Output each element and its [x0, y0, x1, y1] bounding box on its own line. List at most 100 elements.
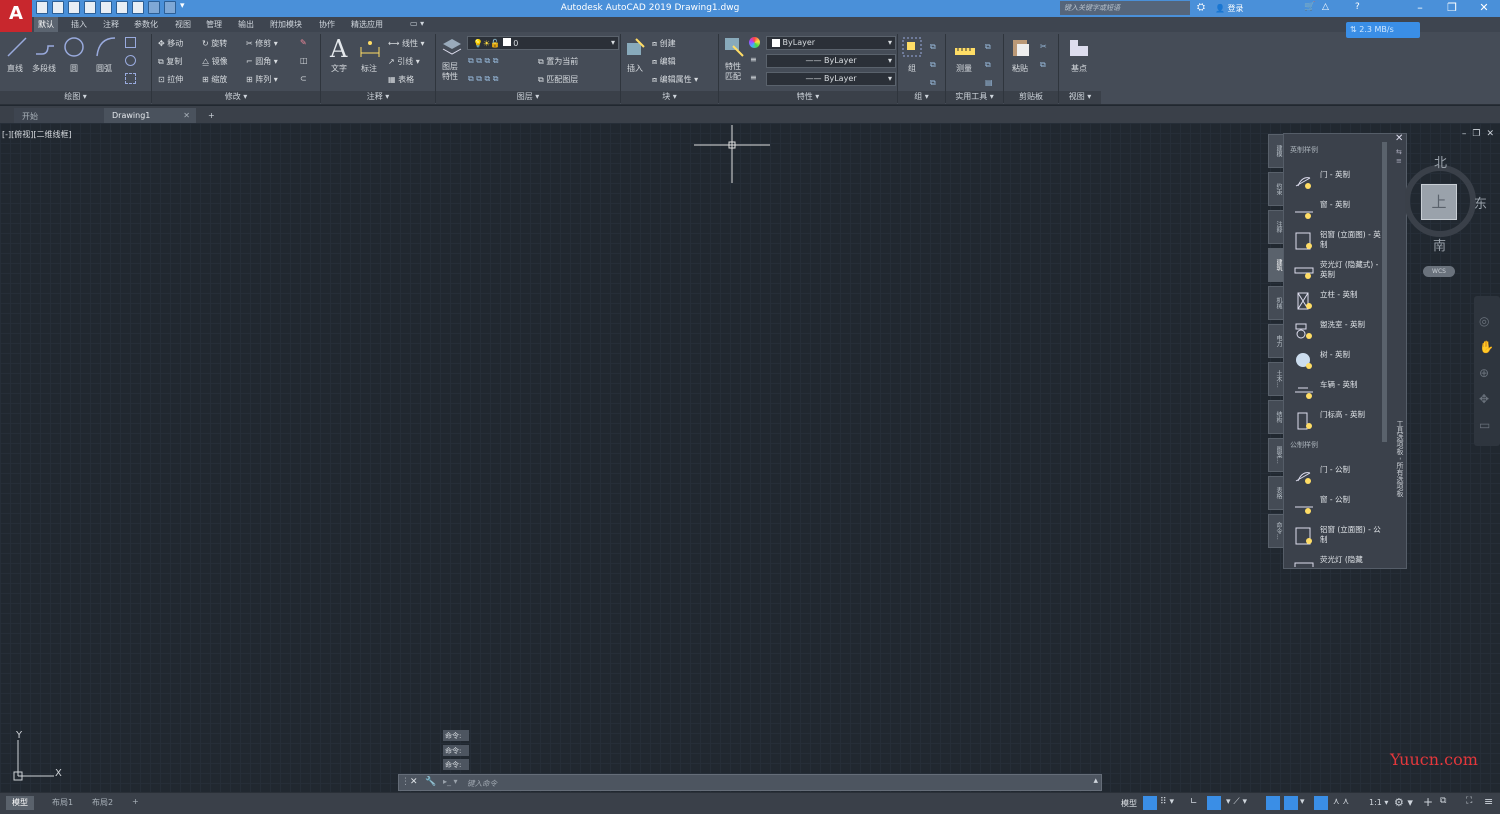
customize-icon[interactable]: 🔧 [425, 777, 436, 787]
palette-tab-annotation[interactable]: 注释 [1268, 210, 1284, 244]
explode-icon[interactable]: ◫ [300, 56, 308, 65]
tab-collaborate[interactable]: 协作 [319, 19, 335, 30]
block-panel-footer[interactable]: 块 ▾ [621, 91, 718, 104]
tab-annotate[interactable]: 注释 [103, 19, 119, 30]
a360-icon[interactable]: △ [1322, 2, 1329, 12]
command-line[interactable]: ⋮ ✕ 🔧 ▸_ ▾ 键入命令 ▴ [398, 774, 1102, 791]
arc-label[interactable]: 圆弧 [96, 63, 112, 74]
tab-featured-apps[interactable]: 精选应用 [351, 19, 383, 30]
tab-addins[interactable]: 附加模块 [270, 19, 302, 30]
grid-icon[interactable] [1143, 796, 1157, 810]
viewcube[interactable]: 北 上 东 南 [1405, 155, 1487, 254]
lineweight-dropdown[interactable]: —— ByLayer ▾ [766, 72, 896, 86]
table-button[interactable]: ▦ 表格 [388, 74, 414, 85]
match-properties-icon[interactable] [723, 36, 745, 58]
mirror-button[interactable]: ⧋ 镜像 [202, 56, 228, 67]
group-tools-icon[interactable]: ⧉ ⧉ ⧉ [930, 38, 936, 92]
palette-item-door-imperial[interactable]: 门 - 英制 [1294, 168, 1384, 194]
compass-east[interactable]: 东 [1474, 193, 1487, 212]
utilities-panel-footer[interactable]: 实用工具 ▾ [946, 91, 1003, 104]
fillet-button[interactable]: ⌐ 圆角 ▾ [246, 56, 278, 67]
utility-tools-icon[interactable]: ⧉ ⧉ ▤ [985, 38, 993, 92]
text-icon[interactable]: A [330, 35, 347, 63]
arc-icon[interactable] [95, 36, 117, 58]
application-menu-button[interactable]: A [0, 0, 32, 32]
line-icon[interactable] [6, 36, 28, 58]
model-space-button[interactable]: 模型 [1121, 798, 1137, 809]
palette-item-fluorescent-metric[interactable]: 荧光灯 (隐藏 [1294, 553, 1384, 567]
layer-properties-label[interactable]: 图层 特性 [442, 62, 458, 82]
base-label[interactable]: 基点 [1071, 63, 1087, 74]
infer-constraints-icon[interactable]: ∟ [1190, 797, 1198, 807]
polar-icon[interactable]: ▾ ⟋ ▾ [1226, 797, 1247, 807]
tab-layout2[interactable]: 布局2 [86, 796, 119, 810]
close-icon[interactable]: ✕ [410, 777, 418, 787]
paste-icon[interactable] [1010, 36, 1032, 58]
compass-south[interactable]: 南 [1433, 235, 1446, 254]
view-panel-footer[interactable]: 视图 ▾ [1059, 91, 1101, 104]
palette-item-aluminum-window-metric[interactable]: 铝窗 (立面图) - 公制 [1294, 523, 1384, 549]
binoculars-icon[interactable]: ⛭ [1197, 2, 1205, 13]
zoom-icon[interactable]: ⊕ [1479, 360, 1494, 386]
palette-tab-modeling[interactable]: 建模 [1268, 134, 1284, 168]
erase-icon[interactable]: ✎ [300, 38, 307, 47]
palette-item-door-metric[interactable]: 门 - 公制 [1294, 463, 1384, 489]
fullscreen-icon[interactable]: ⛶ [1466, 796, 1472, 806]
layer-tools-2-icon[interactable]: ⧉ ⧉ ⧉ ⧉ [468, 74, 498, 84]
chevron-up-icon[interactable]: ▴ [1093, 776, 1098, 786]
palette-tab-civil[interactable]: 土木... [1268, 362, 1284, 396]
palette-item-window-metric[interactable]: 窗 - 公制 [1294, 493, 1384, 519]
grip-icon[interactable]: ⋮ [401, 777, 410, 787]
edit-attributes-button[interactable]: ⧈ 编辑属性 ▾ [652, 74, 698, 85]
close-icon[interactable]: ✕ [1395, 133, 1403, 144]
rotate-button[interactable]: ↻ 旋转 [202, 38, 227, 49]
palette-item-window-imperial[interactable]: 窗 - 英制 [1294, 198, 1384, 224]
line-label[interactable]: 直线 [7, 63, 23, 74]
rectangle-icon[interactable] [125, 37, 136, 48]
trim-button[interactable]: ✂ 修剪 ▾ [246, 38, 278, 49]
leader-button[interactable]: ↗ 引线 ▾ [388, 56, 420, 67]
help-icon[interactable]: ? [1355, 2, 1360, 12]
color-dropdown[interactable]: ByLayer ▾ [766, 36, 896, 50]
color-wheel-icon[interactable] [749, 37, 760, 48]
base-view-icon[interactable] [1068, 36, 1090, 58]
offset-icon[interactable]: ⊂ [300, 74, 307, 83]
properties-panel-footer[interactable]: 特性 ▾ [719, 91, 897, 104]
ortho-icon[interactable] [1207, 796, 1221, 810]
palette-tab-constraints[interactable]: 约束 [1268, 172, 1284, 206]
annotation-visibility-icon[interactable] [1314, 796, 1328, 810]
tab-insert[interactable]: 插入 [71, 19, 87, 30]
close-icon[interactable]: ✕ [1486, 129, 1494, 139]
annotation-panel-footer[interactable]: 注释 ▾ [321, 91, 435, 104]
search-input[interactable]: 键入关键字或短语 [1060, 1, 1190, 15]
tab-model[interactable]: 模型 [6, 796, 34, 810]
tab-layout1[interactable]: 布局1 [46, 796, 79, 810]
clipboard-tools-icon[interactable]: ✂ ⧉ [1040, 38, 1047, 74]
palette-tab-tables[interactable]: 表格 [1268, 476, 1284, 510]
palette-menu-icon[interactable]: ⇆ ≡ [1396, 148, 1402, 166]
wcs-menu[interactable]: WCS [1423, 266, 1455, 277]
showmotion-icon[interactable]: ▭ [1479, 412, 1494, 438]
palette-item-column-imperial[interactable]: 立柱 - 英制 [1294, 288, 1384, 314]
minimize-icon[interactable]: – [1404, 0, 1436, 17]
pan-icon[interactable]: ✋ [1479, 334, 1494, 360]
linear-button[interactable]: ⟷ 线性 ▾ [388, 38, 425, 49]
palette-item-vehicle-imperial[interactable]: 车辆 - 英制 [1294, 378, 1384, 404]
customization-menu-icon[interactable]: ≡ [1484, 795, 1493, 808]
make-current-button[interactable]: ⧉ 置为当前 [538, 56, 578, 67]
palette-tab-command[interactable]: 命令... [1268, 514, 1284, 548]
modify-panel-footer[interactable]: 修改 ▾ [152, 91, 320, 104]
restore-icon[interactable]: ❐ [1436, 0, 1468, 17]
polyline-label[interactable]: 多段线 [32, 63, 56, 74]
palette-item-toilet-imperial[interactable]: 盥洗室 - 英制 [1294, 318, 1384, 344]
new-tab-icon[interactable]: + [200, 108, 223, 123]
circle-icon[interactable] [63, 36, 85, 58]
annotation-monitor-icon[interactable]: + [1423, 795, 1433, 809]
dimension-label[interactable]: 标注 [361, 63, 377, 74]
tab-start[interactable]: 开始 [14, 108, 104, 123]
object-snap-icon[interactable] [1284, 796, 1298, 810]
layer-properties-icon[interactable] [441, 36, 463, 58]
recent-commands-icon[interactable]: ▸_ ▾ [443, 777, 458, 786]
copy-button[interactable]: ⧉ 复制 [158, 56, 182, 67]
polyline-icon[interactable] [34, 36, 56, 58]
